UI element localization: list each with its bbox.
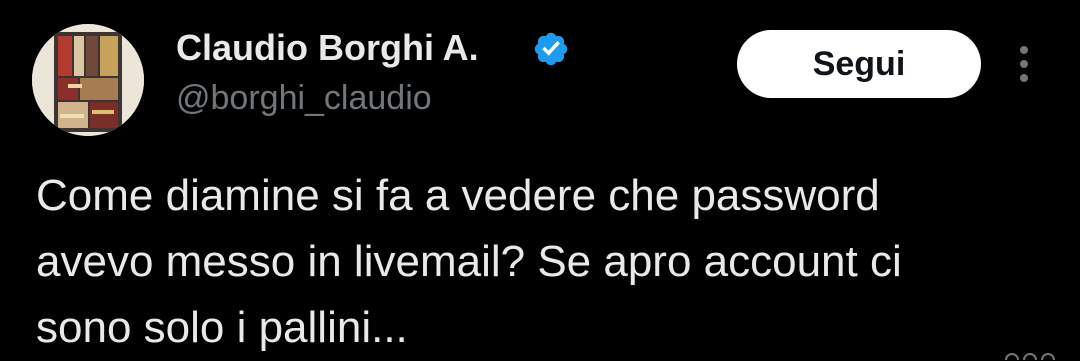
avatar[interactable]	[32, 24, 144, 136]
truncated-icon	[1005, 353, 1055, 360]
more-vertical-icon[interactable]	[1010, 44, 1038, 84]
tweet-text-line: Come diamine si fa a vedere che password	[36, 171, 880, 220]
follow-button[interactable]: Segui	[737, 30, 981, 98]
avatar-image	[32, 24, 144, 136]
tweet-text: Come diamine si fa a vedere che password…	[36, 163, 1056, 361]
verified-badge-icon	[534, 32, 568, 66]
author-handle[interactable]: @borghi_claudio	[176, 78, 432, 118]
tweet-text-line: avevo messo in livemail? Se apro account…	[36, 237, 902, 286]
tweet: Claudio Borghi A. @borghi_claudio Segui …	[0, 0, 1080, 360]
author-name[interactable]: Claudio Borghi A.	[176, 28, 479, 68]
tweet-text-line: sono solo i pallini...	[36, 303, 408, 352]
